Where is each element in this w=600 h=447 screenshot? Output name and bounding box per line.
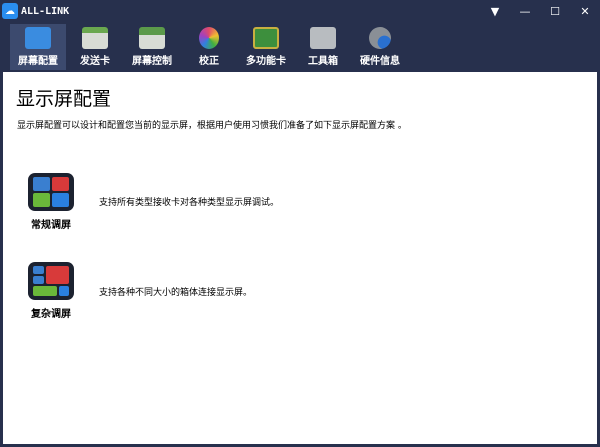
content-panel: 显示屏配置 显示屏配置可以设计和配置您当前的显示屏，根据用户使用习惯我们准备了如… <box>3 72 597 444</box>
tab-label: 工具箱 <box>308 56 338 67</box>
tab-label: 校正 <box>199 56 219 67</box>
tab-label: 多功能卡 <box>246 56 286 67</box>
maximize-button[interactable]: ☐ <box>540 5 570 18</box>
normal-debug-button[interactable]: 常规调屏 <box>27 173 75 231</box>
tab-sender-card[interactable]: 发送卡 <box>67 24 123 70</box>
tab-label: 屏幕配置 <box>18 56 58 67</box>
tab-label: 硬件信息 <box>360 56 400 67</box>
tab-calibration[interactable]: 校正 <box>181 24 237 70</box>
screen-control-icon <box>139 27 165 49</box>
tab-label: 发送卡 <box>80 56 110 67</box>
tab-hardware-info[interactable]: 硬件信息 <box>352 24 408 70</box>
mode-description: 支持所有类型接收卡对各种类型显示屏调试。 <box>99 198 280 208</box>
tab-screen-config[interactable]: 屏幕配置 <box>10 24 66 70</box>
mode-description: 支持各种不同大小的箱体连接显示屏。 <box>99 288 253 298</box>
toolbar: 屏幕配置 发送卡 屏幕控制 校正 多功能卡 工具箱 硬件信息 <box>0 22 600 70</box>
tab-screen-control[interactable]: 屏幕控制 <box>124 24 180 70</box>
mixed-tiles-icon <box>28 262 74 300</box>
page-description: 显示屏配置可以设计和配置您当前的显示屏，根据用户使用习惯我们准备了如下显示屏配置… <box>17 121 407 131</box>
tab-toolbox[interactable]: 工具箱 <box>295 24 351 70</box>
toolbox-icon <box>310 27 336 49</box>
tab-label: 屏幕控制 <box>132 56 172 67</box>
page-title: 显示屏配置 <box>16 88 112 110</box>
close-button[interactable]: ✕ <box>570 5 600 18</box>
minimize-button[interactable]: — <box>510 5 540 18</box>
app-logo-icon: ☁ <box>2 3 18 19</box>
mode-label: 复杂调屏 <box>31 309 71 320</box>
monitor-gear-icon <box>25 27 51 49</box>
dropdown-button[interactable]: ▼ <box>480 5 510 18</box>
complex-debug-button[interactable]: 复杂调屏 <box>27 262 75 320</box>
sender-card-icon <box>82 27 108 49</box>
mode-label: 常规调屏 <box>31 220 71 231</box>
color-wheel-icon <box>199 27 219 49</box>
app-title: ALL-LINK <box>21 5 70 17</box>
tab-multifunction-card[interactable]: 多功能卡 <box>238 24 294 70</box>
gear-info-icon <box>369 27 391 49</box>
circuit-board-icon <box>253 27 279 49</box>
grid-tiles-icon <box>28 173 74 211</box>
title-bar: ☁ ALL-LINK ▼ — ☐ ✕ <box>0 0 600 22</box>
